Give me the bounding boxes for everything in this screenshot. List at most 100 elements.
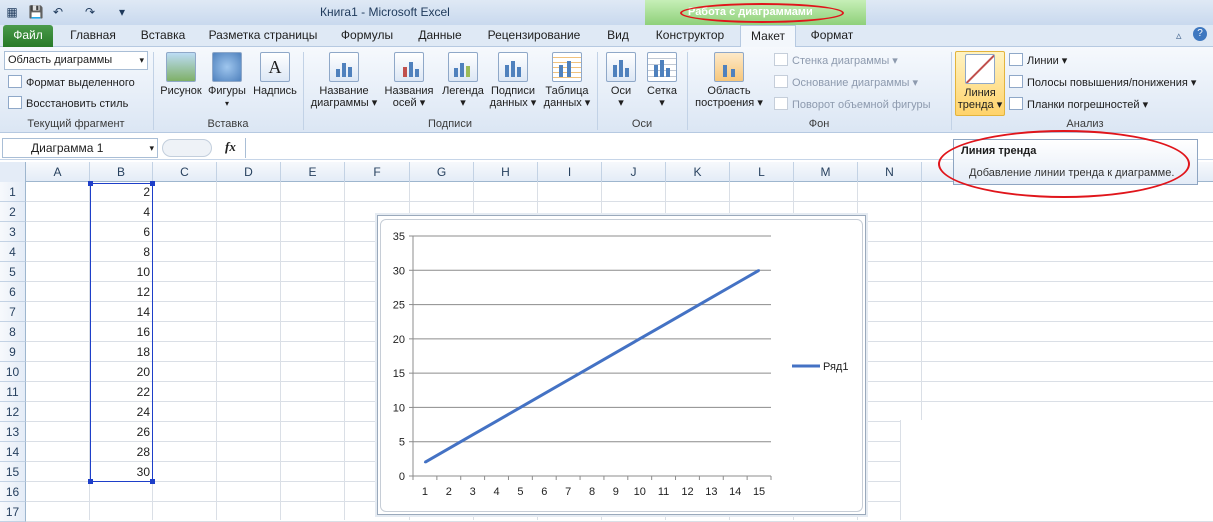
undo-icon[interactable]: ↶: [50, 4, 66, 20]
tab-file[interactable]: Файл: [3, 25, 53, 47]
row-header-13[interactable]: 13: [0, 422, 26, 442]
column-header-c[interactable]: C: [153, 162, 217, 182]
row-header-9[interactable]: 9: [0, 342, 26, 362]
tab-design[interactable]: Конструктор: [648, 25, 732, 47]
tab-home[interactable]: Главная: [62, 25, 124, 47]
column-header-d[interactable]: D: [217, 162, 281, 182]
chart-wall-label: Стенка диаграммы: [792, 55, 890, 67]
x-tick-label: 11: [658, 486, 669, 498]
row-header-10[interactable]: 10: [0, 362, 26, 382]
textbox-button[interactable]: A Надпись: [250, 52, 300, 97]
3d-rotation-label: Поворот объемной фигуры: [792, 99, 931, 111]
updown-bars-button[interactable]: Полосы повышения/понижения ▾: [1009, 74, 1196, 92]
x-tick-label: 14: [729, 486, 741, 498]
plot-area-icon: [714, 52, 744, 82]
legend-label: Легенда: [442, 85, 484, 97]
excel-icon[interactable]: ▦: [4, 4, 20, 20]
selection-handle[interactable]: [88, 181, 93, 186]
legend-label: Ряд1: [823, 361, 848, 373]
formula-bar-resize-handle[interactable]: [162, 139, 212, 157]
collapse-ribbon-icon[interactable]: ▵: [1176, 29, 1182, 42]
chart-title-button[interactable]: Название диаграммы ▾: [308, 52, 380, 109]
tab-page-layout[interactable]: Разметка страницы: [200, 25, 326, 47]
row-header-8[interactable]: 8: [0, 322, 26, 342]
tab-review[interactable]: Рецензирование: [480, 25, 588, 47]
chart-element-selector-value: Область диаграммы: [8, 54, 113, 66]
trendline-button[interactable]: Линия тренда ▾: [955, 51, 1005, 116]
axis-titles-button[interactable]: Названия осей ▾: [382, 52, 436, 109]
row-header-1[interactable]: 1: [0, 182, 26, 202]
lines-button[interactable]: Линии ▾: [1009, 52, 1067, 70]
row-header-14[interactable]: 14: [0, 442, 26, 462]
x-tick-label: 1: [422, 486, 428, 498]
column-header-h[interactable]: H: [474, 162, 538, 182]
format-selection-button[interactable]: Формат выделенного: [8, 74, 135, 92]
data-labels-label-2: данных: [489, 97, 528, 109]
column-header-k[interactable]: K: [666, 162, 730, 182]
picture-button[interactable]: Рисунок: [158, 52, 204, 97]
help-icon[interactable]: ?: [1193, 27, 1207, 41]
row-header-11[interactable]: 11: [0, 382, 26, 402]
row-header-5[interactable]: 5: [0, 262, 26, 282]
select-all-corner[interactable]: [0, 162, 26, 182]
row-header-7[interactable]: 7: [0, 302, 26, 322]
row-header-2[interactable]: 2: [0, 202, 26, 222]
data-point: [662, 324, 665, 327]
row-header-15[interactable]: 15: [0, 462, 26, 482]
customize-qat-icon[interactable]: ▾: [114, 4, 130, 20]
format-selection-label: Формат выделенного: [26, 77, 135, 89]
error-bars-button[interactable]: Планки погрешностей ▾: [1009, 96, 1148, 114]
column-header-e[interactable]: E: [281, 162, 345, 182]
tab-formulas[interactable]: Формулы: [332, 25, 402, 47]
name-box[interactable]: Диаграмма 1 ▾: [2, 138, 158, 158]
data-labels-button[interactable]: Подписи данных ▾: [486, 52, 540, 109]
tab-data[interactable]: Данные: [410, 25, 470, 47]
column-header-a[interactable]: A: [26, 162, 90, 182]
column-header-j[interactable]: J: [602, 162, 666, 182]
redo-icon[interactable]: ↷: [82, 4, 98, 20]
chart-title-icon: [329, 52, 359, 82]
plot-area-label-1: Область: [707, 85, 751, 97]
selection-handle[interactable]: [88, 479, 93, 484]
insert-function-icon[interactable]: fx: [225, 139, 236, 155]
reset-style-button[interactable]: Восстановить стиль: [8, 95, 128, 113]
column-header-f[interactable]: F: [345, 162, 410, 182]
plot-area-button[interactable]: Область построения ▾: [692, 52, 766, 109]
annotation-ellipse-context: [680, 3, 844, 23]
chart-wall-button[interactable]: Стенка диаграммы ▾: [774, 52, 898, 70]
axes-button[interactable]: Оси ▾: [602, 52, 640, 109]
3d-rotation-button[interactable]: Поворот объемной фигуры: [774, 96, 931, 114]
row-header-3[interactable]: 3: [0, 222, 26, 242]
row-header-16[interactable]: 16: [0, 482, 26, 502]
data-table-button[interactable]: Таблица данных ▾: [540, 52, 594, 109]
shapes-button[interactable]: Фигуры ▾: [206, 52, 248, 110]
x-tick-label: 4: [493, 486, 499, 498]
column-header-l[interactable]: L: [730, 162, 794, 182]
column-header-m[interactable]: M: [794, 162, 858, 182]
row-header-4[interactable]: 4: [0, 242, 26, 262]
tab-layout[interactable]: Макет: [740, 25, 796, 48]
selection-handle[interactable]: [150, 479, 155, 484]
legend-button[interactable]: Легенда ▾: [438, 52, 488, 109]
data-labels-icon: [498, 52, 528, 82]
chart-floor-button[interactable]: Основание диаграммы ▾: [774, 74, 918, 92]
column-header-i[interactable]: I: [538, 162, 602, 182]
lines-label: Линии: [1027, 55, 1059, 67]
row-header-6[interactable]: 6: [0, 282, 26, 302]
chart-element-selector[interactable]: Область диаграммы ▾: [4, 51, 148, 70]
column-header-n[interactable]: N: [858, 162, 922, 182]
tab-insert[interactable]: Вставка: [130, 25, 196, 47]
chevron-down-icon: ▾: [139, 55, 144, 65]
tab-view[interactable]: Вид: [598, 25, 638, 47]
selection-handle[interactable]: [150, 181, 155, 186]
column-header-g[interactable]: G: [410, 162, 474, 182]
row-header-12[interactable]: 12: [0, 402, 26, 422]
format-icon: [8, 75, 22, 88]
gridlines-button[interactable]: Сетка ▾: [642, 52, 682, 109]
x-tick-label: 7: [565, 486, 571, 498]
tab-format[interactable]: Формат: [800, 25, 864, 47]
updown-bars-icon: [1009, 75, 1023, 88]
save-icon[interactable]: 💾: [28, 4, 44, 20]
column-header-b[interactable]: B: [90, 162, 153, 182]
row-header-17[interactable]: 17: [0, 502, 26, 522]
